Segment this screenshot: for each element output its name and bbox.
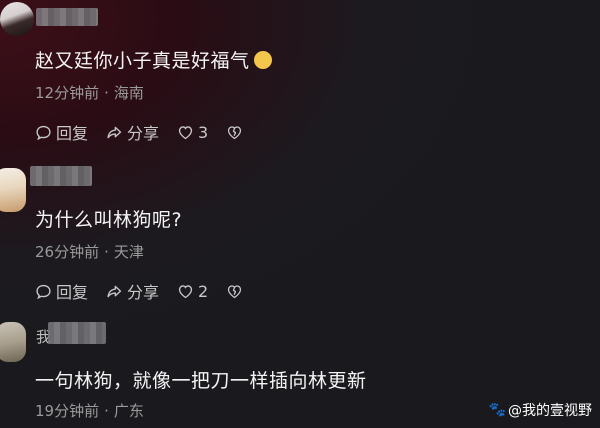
comment-meta: 26分钟前 · 天津	[35, 241, 144, 262]
comment-meta: 19分钟前 · 广东	[35, 400, 144, 421]
comment-time: 26分钟前	[35, 243, 100, 261]
comment-location: 天津	[113, 243, 144, 261]
watermark-text: @我的壹视野	[508, 403, 592, 419]
crying-face-icon	[253, 51, 272, 69]
meta-separator: ·	[104, 243, 109, 261]
share-arrow-icon	[107, 126, 122, 138]
like-count: 2	[198, 281, 209, 301]
comment-actions: 回复 分享 3	[35, 120, 261, 144]
dislike-button[interactable]	[226, 283, 243, 300]
username-redacted[interactable]	[48, 322, 106, 344]
reply-bubble-icon	[36, 125, 51, 140]
heart-icon	[178, 125, 193, 139]
share-button[interactable]: 分享	[106, 120, 159, 144]
comment-text: 为什么叫林狗呢?	[35, 209, 183, 231]
share-arrow-icon	[107, 285, 122, 297]
comment-text-content: 赵又廷你小子真是好福气	[35, 50, 250, 72]
reply-bubble-icon	[36, 284, 51, 299]
avatar[interactable]	[0, 168, 26, 212]
comment-meta: 12分钟前 · 海南	[35, 82, 144, 103]
comment-text: 赵又廷你小子真是好福气	[35, 46, 272, 73]
like-button[interactable]: 2	[177, 282, 208, 301]
avatar[interactable]	[0, 322, 26, 362]
username-redacted[interactable]	[30, 166, 92, 186]
like-button[interactable]: 3	[177, 123, 208, 142]
heart-icon	[178, 284, 193, 298]
reply-button[interactable]: 回复	[35, 120, 88, 144]
comment-actions: 回复 分享 2	[35, 279, 261, 303]
broken-heart-icon	[228, 284, 242, 298]
comment-location: 广东	[113, 402, 144, 420]
meta-separator: ·	[104, 402, 109, 420]
watermark: 🐾 @我的壹视野	[489, 400, 592, 420]
comment-location: 海南	[113, 84, 144, 102]
dislike-button[interactable]	[226, 124, 243, 141]
like-count: 3	[198, 122, 209, 142]
username-redacted[interactable]	[36, 8, 98, 26]
paw-icon: 🐾	[488, 402, 506, 418]
reply-label: 回复	[56, 124, 89, 143]
reply-button[interactable]: 回复	[35, 279, 88, 303]
share-label: 分享	[127, 124, 160, 143]
avatar[interactable]	[0, 2, 34, 36]
comment-time: 19分钟前	[35, 402, 100, 420]
share-button[interactable]: 分享	[106, 279, 159, 303]
share-label: 分享	[127, 283, 160, 302]
reply-label: 回复	[56, 283, 89, 302]
comment-time: 12分钟前	[35, 84, 100, 102]
comment-text: 一句林狗，就像一把刀一样插向林更新	[35, 370, 367, 392]
meta-separator: ·	[104, 84, 109, 102]
broken-heart-icon	[228, 125, 242, 139]
